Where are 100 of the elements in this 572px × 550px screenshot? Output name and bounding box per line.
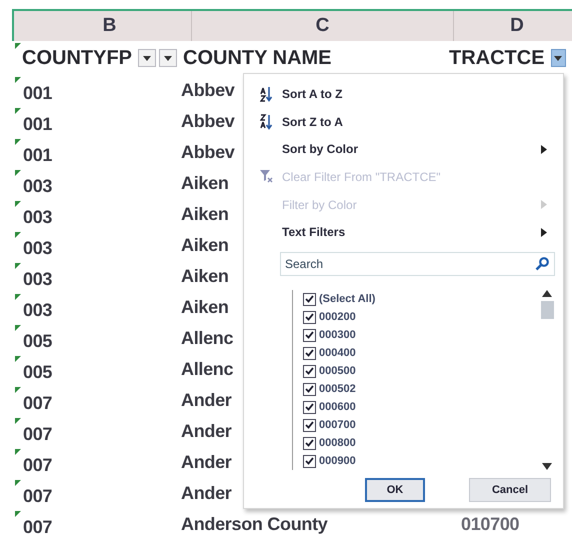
error-indicator-icon bbox=[15, 43, 21, 49]
table-cell: Abbev bbox=[181, 111, 235, 132]
table-cell: Ander bbox=[181, 390, 232, 411]
checkbox[interactable] bbox=[303, 382, 316, 396]
table-cell: Ander bbox=[181, 483, 232, 504]
submenu-arrow-icon bbox=[541, 144, 547, 154]
header-cell-text: TRACTCE bbox=[448, 46, 545, 70]
checkbox[interactable] bbox=[303, 346, 316, 360]
checkbox[interactable] bbox=[303, 418, 316, 432]
table-cell-text: 007 bbox=[23, 454, 52, 476]
error-indicator-icon bbox=[15, 387, 21, 393]
error-indicator-icon bbox=[15, 139, 21, 145]
table-cell: Abbev bbox=[181, 142, 235, 163]
scroll-down-icon bbox=[542, 463, 552, 470]
table-cell-text: 003 bbox=[23, 237, 52, 259]
error-indicator-icon bbox=[15, 170, 21, 176]
list-item[interactable]: 000800 bbox=[319, 437, 356, 450]
error-indicator-icon bbox=[15, 418, 21, 424]
check-icon bbox=[305, 421, 314, 430]
table-cell-text: 005 bbox=[23, 361, 52, 383]
menu-item[interactable]: Sort by Color bbox=[250, 135, 555, 164]
table-cell-text: 005 bbox=[23, 330, 52, 352]
check-icon bbox=[305, 457, 314, 466]
table-cell: Ander bbox=[181, 452, 232, 473]
ok-button[interactable]: OK bbox=[365, 478, 425, 502]
error-indicator-icon bbox=[15, 356, 21, 362]
sort-descending-icon bbox=[260, 114, 272, 130]
check-icon bbox=[305, 367, 314, 376]
checkbox[interactable] bbox=[303, 364, 316, 378]
list-item[interactable]: 000600 bbox=[319, 401, 356, 414]
scrollbar-thumb[interactable] bbox=[540, 301, 554, 320]
caret-icon bbox=[143, 56, 151, 60]
table-cell: Anderson County bbox=[181, 514, 328, 535]
table-cell-text: 003 bbox=[23, 175, 52, 197]
checkbox[interactable] bbox=[303, 436, 316, 450]
error-indicator-icon bbox=[15, 201, 21, 207]
table-cell-text: 007 bbox=[23, 485, 52, 507]
error-indicator-icon bbox=[15, 108, 21, 114]
header-cell: COUNTYFP bbox=[22, 46, 132, 70]
checkbox[interactable] bbox=[303, 310, 316, 324]
table-cell-text: 003 bbox=[23, 299, 52, 321]
list-item[interactable]: (Select All) bbox=[319, 293, 376, 306]
checkbox[interactable] bbox=[303, 292, 316, 306]
cancel-button[interactable]: Cancel bbox=[469, 478, 551, 502]
scroll-up-icon bbox=[542, 290, 552, 298]
menu-item[interactable]: Text Filters bbox=[250, 218, 555, 246]
table-cell: Aiken bbox=[181, 204, 229, 225]
menu-item[interactable]: Sort A to Z bbox=[250, 80, 555, 108]
list-item[interactable]: 000700 bbox=[319, 419, 356, 432]
table-cell: Allenc bbox=[181, 328, 234, 349]
column-header[interactable]: D bbox=[454, 11, 572, 41]
list-item[interactable]: 000500 bbox=[319, 365, 356, 378]
table-cell: Allenc bbox=[181, 359, 234, 380]
error-indicator-icon bbox=[15, 294, 21, 300]
check-icon bbox=[305, 439, 314, 448]
filter-dropdown-button[interactable] bbox=[138, 49, 156, 67]
check-icon bbox=[305, 331, 314, 340]
table-cell: Aiken bbox=[181, 173, 229, 194]
checkbox[interactable] bbox=[303, 454, 316, 468]
caret-icon bbox=[554, 56, 562, 60]
error-indicator-icon bbox=[15, 480, 21, 486]
error-indicator-icon bbox=[15, 263, 21, 269]
table-cell-text: 010700 bbox=[460, 514, 520, 535]
error-indicator-icon bbox=[15, 449, 21, 455]
checkbox[interactable] bbox=[303, 400, 316, 414]
caret-icon bbox=[164, 56, 172, 60]
table-cell: Aiken bbox=[181, 235, 229, 256]
list-item[interactable]: 000400 bbox=[319, 347, 356, 360]
error-indicator-icon bbox=[15, 77, 21, 83]
error-indicator-icon bbox=[15, 232, 21, 238]
table-cell: Aiken bbox=[181, 297, 229, 318]
list-item[interactable]: 000900 bbox=[319, 455, 356, 468]
table-cell-text: 007 bbox=[23, 392, 52, 414]
filter-dropdown-button[interactable] bbox=[550, 49, 566, 67]
column-header[interactable]: B bbox=[28, 11, 192, 41]
search-field[interactable]: Search bbox=[280, 252, 555, 276]
check-icon bbox=[305, 313, 314, 322]
menu-item[interactable]: Sort Z to A bbox=[250, 108, 555, 136]
submenu-arrow-icon bbox=[541, 200, 547, 210]
table-cell: Abbev bbox=[181, 80, 235, 101]
column-header[interactable]: C bbox=[192, 11, 454, 41]
table-cell-text: 001 bbox=[23, 144, 52, 166]
error-indicator-icon bbox=[15, 511, 21, 517]
table-cell-text: 003 bbox=[23, 268, 52, 290]
table-cell-text: 003 bbox=[23, 206, 52, 228]
check-icon bbox=[305, 403, 314, 412]
list-item[interactable]: 000200 bbox=[319, 311, 356, 324]
error-indicator-icon bbox=[15, 325, 21, 331]
clear-filter-icon bbox=[260, 168, 272, 185]
check-icon bbox=[305, 295, 314, 304]
check-icon bbox=[305, 385, 314, 394]
checkbox[interactable] bbox=[303, 328, 316, 342]
table-cell-text: 007 bbox=[23, 516, 52, 538]
list-item[interactable]: 000502 bbox=[319, 383, 356, 396]
search-icon bbox=[535, 257, 549, 272]
table-cell-text: 007 bbox=[23, 423, 52, 445]
header-cell-text: COUNTY NAME bbox=[182, 46, 332, 70]
filter-dropdown-button[interactable] bbox=[159, 49, 177, 67]
check-icon bbox=[305, 349, 314, 358]
list-item[interactable]: 000300 bbox=[319, 329, 356, 342]
